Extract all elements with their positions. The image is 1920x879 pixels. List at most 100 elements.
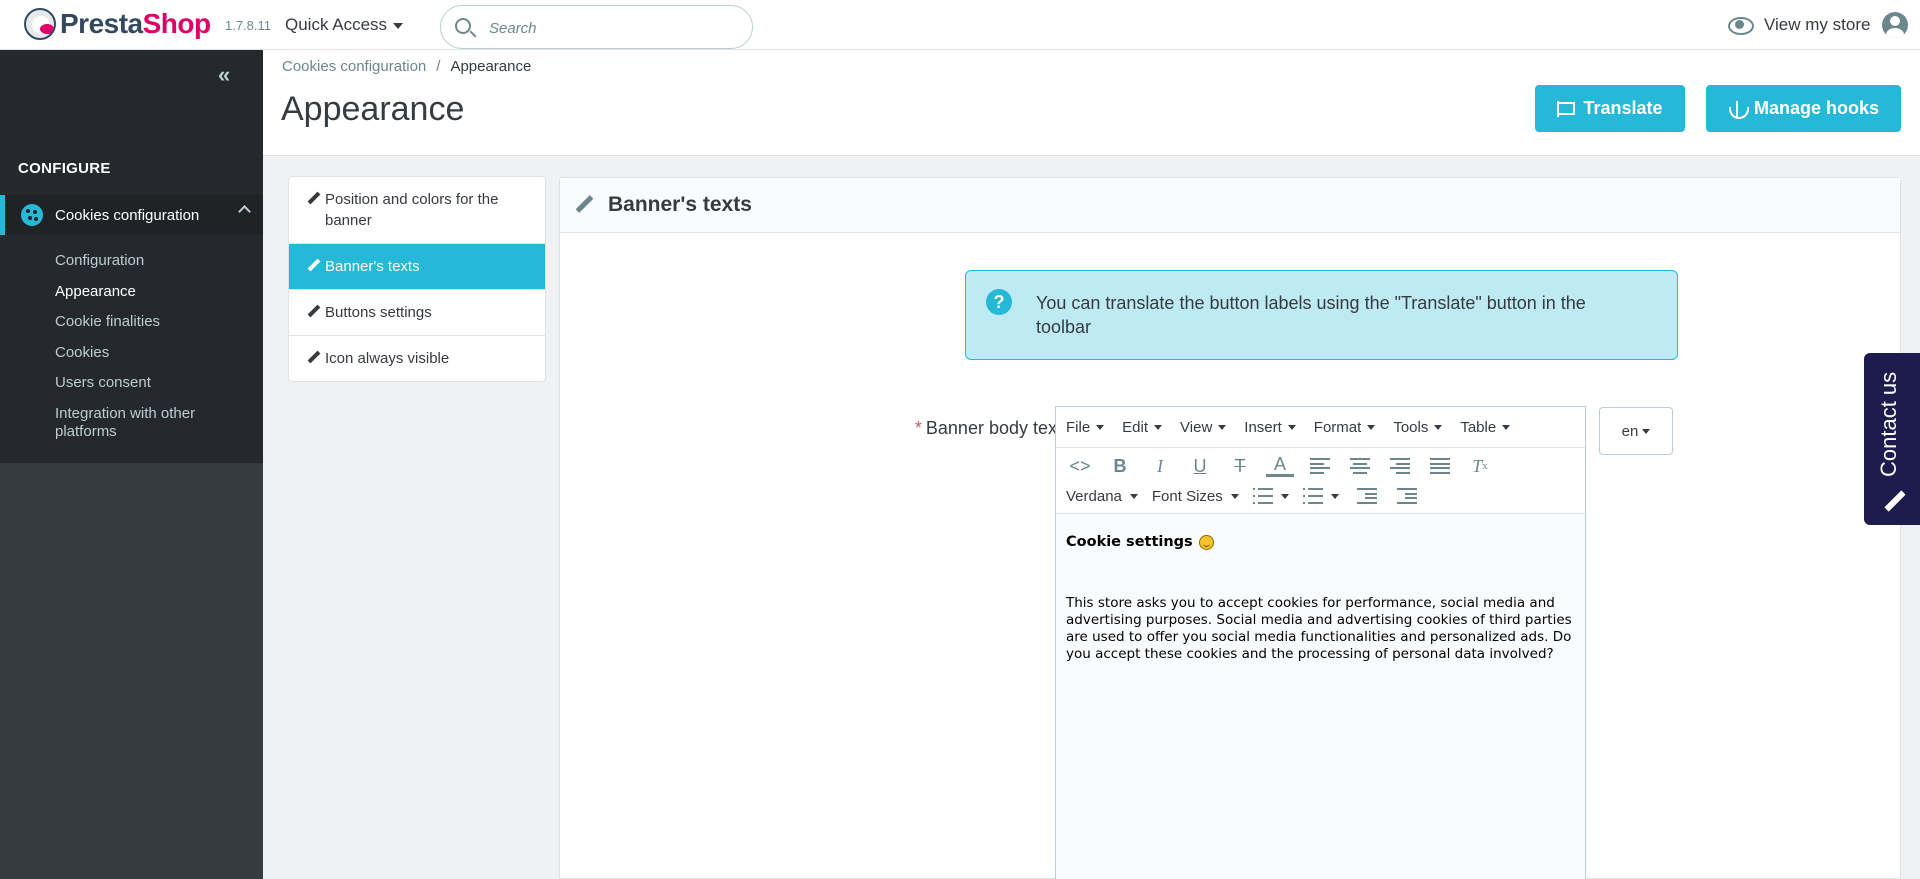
menu-format[interactable]: Format <box>1314 419 1376 436</box>
outdent-icon[interactable] <box>1353 484 1381 508</box>
toolbar-row-formatting: <> B I U T A Tx <box>1066 454 1506 478</box>
submenu-item-configuration[interactable]: Configuration <box>55 252 255 270</box>
contact-us-tab[interactable]: Contact us <box>1864 353 1920 525</box>
breadcrumb-current: Appearance <box>450 58 532 75</box>
tab-buttons-settings[interactable]: Buttons settings <box>289 290 545 336</box>
quick-access-dropdown[interactable]: Quick Access <box>285 15 404 35</box>
text-color-icon[interactable]: A <box>1266 454 1294 477</box>
submenu-item-cookie-finalities[interactable]: Cookie finalities <box>55 313 255 331</box>
pencil-icon <box>307 259 321 273</box>
strikethrough-icon[interactable]: T <box>1226 454 1254 478</box>
caret-down-icon <box>1502 424 1511 430</box>
font-family-select[interactable]: Verdana <box>1066 488 1138 505</box>
align-right-icon[interactable] <box>1386 454 1414 478</box>
menu-insert[interactable]: Insert <box>1244 419 1296 436</box>
chevron-up-icon <box>238 205 251 218</box>
banner-texts-panel: Banner's texts ? You can translate the b… <box>559 177 1901 879</box>
font-size-select[interactable]: Font Sizes <box>1152 488 1239 505</box>
pencil-icon <box>307 305 321 319</box>
sidebar-submenu: Configuration Appearance Cookie finaliti… <box>55 252 255 453</box>
prestashop-logo-icon <box>24 8 56 40</box>
editor-toolbar: <> B I U T A Tx Verdana Font Sizes <box>1056 448 1585 514</box>
submenu-item-integration[interactable]: Integration with other platforms <box>55 405 255 441</box>
submenu-item-cookies[interactable]: Cookies <box>55 344 255 362</box>
caret-down-icon <box>1218 424 1227 430</box>
collapse-sidebar-icon[interactable]: « <box>218 62 230 88</box>
translate-button[interactable]: Translate <box>1535 85 1685 132</box>
tab-banner-texts[interactable]: Banner's texts <box>289 244 545 290</box>
align-justify-icon[interactable] <box>1426 454 1454 478</box>
alert-text: You can translate the button labels usin… <box>1036 293 1586 337</box>
panel-header: Banner's texts <box>560 178 1900 233</box>
language-dropdown[interactable]: en <box>1599 407 1673 455</box>
bold-icon[interactable]: B <box>1106 454 1134 478</box>
panel-title: Banner's texts <box>608 193 752 216</box>
flag-icon <box>1557 100 1576 117</box>
breadcrumb: Cookies configuration / Appearance <box>282 58 532 75</box>
pencil-icon <box>1884 491 1906 513</box>
clear-formatting-icon[interactable]: Tx <box>1466 454 1494 478</box>
source-code-icon[interactable]: <> <box>1066 454 1094 478</box>
sidebar-item-label: Cookies configuration <box>55 206 200 224</box>
sidebar-item-cookies-configuration[interactable]: Cookies configuration <box>0 195 263 235</box>
page-title: Appearance <box>281 90 465 128</box>
version-label: 1.7.8.11 <box>225 18 272 33</box>
menu-file[interactable]: File <box>1066 419 1105 436</box>
caret-down-icon <box>1287 424 1296 430</box>
sidebar-menu: « CONFIGURE Cookies configuration Config… <box>0 50 263 463</box>
content-body: This store asks you to accept cookies fo… <box>1066 595 1572 662</box>
manage-hooks-button[interactable]: Manage hooks <box>1706 85 1901 132</box>
rich-text-editor: File Edit View Insert Format Tools Table… <box>1055 406 1586 879</box>
indent-icon[interactable] <box>1393 484 1421 508</box>
search-box[interactable] <box>440 5 753 49</box>
italic-icon[interactable]: I <box>1146 454 1174 478</box>
anchor-icon <box>1728 99 1749 119</box>
menu-view[interactable]: View <box>1180 419 1227 436</box>
tab-position-colors[interactable]: Position and colors for the banner <box>289 177 545 244</box>
search-icon <box>455 18 471 34</box>
prestashop-logo[interactable]: PrestaShop <box>24 8 211 40</box>
question-circle-icon: ? <box>986 289 1012 315</box>
pencil-icon <box>574 195 594 215</box>
caret-down-icon <box>1230 493 1239 499</box>
toolbar-row-fonts: Verdana Font Sizes <box>1066 484 1433 508</box>
top-header: PrestaShop 1.7.8.11 Quick Access View my… <box>0 0 1920 50</box>
caret-down-icon <box>1434 424 1443 430</box>
search-input[interactable] <box>489 16 729 40</box>
cookie-icon <box>21 204 43 226</box>
logo-text: PrestaShop <box>60 8 211 39</box>
pencil-icon <box>307 192 321 206</box>
menu-table[interactable]: Table <box>1460 419 1511 436</box>
editor-menubar: File Edit View Insert Format Tools Table <box>1056 407 1585 448</box>
numbered-list-caret-icon[interactable] <box>1330 493 1339 499</box>
underline-icon[interactable]: U <box>1186 454 1214 478</box>
caret-down-icon <box>393 22 404 29</box>
sidebar: « CONFIGURE Cookies configuration Config… <box>0 50 263 879</box>
smiley-icon <box>1198 535 1214 550</box>
caret-down-icon <box>1129 493 1138 499</box>
tab-icon-always-visible[interactable]: Icon always visible <box>289 336 545 381</box>
breadcrumb-parent[interactable]: Cookies configuration <box>282 58 426 75</box>
pencil-icon <box>307 351 321 365</box>
bullet-list-icon[interactable] <box>1252 488 1273 504</box>
submenu-item-appearance[interactable]: Appearance <box>55 283 255 301</box>
eye-icon <box>1728 17 1754 35</box>
submenu-item-users-consent[interactable]: Users consent <box>55 374 255 392</box>
editor-content[interactable]: Cookie settings This store asks you to a… <box>1056 514 1585 683</box>
user-account-icon[interactable] <box>1882 12 1909 38</box>
required-mark: * <box>914 418 922 438</box>
bullet-list-caret-icon[interactable] <box>1280 493 1289 499</box>
content-heading: Cookie settings <box>1066 534 1575 551</box>
info-alert: ? You can translate the button labels us… <box>965 270 1678 360</box>
menu-tools[interactable]: Tools <box>1393 419 1443 436</box>
view-store-link[interactable]: View my store <box>1728 12 1909 38</box>
menu-edit[interactable]: Edit <box>1122 419 1163 436</box>
caret-down-icon <box>1096 424 1105 430</box>
sidebar-section-title: CONFIGURE <box>18 160 111 177</box>
settings-tabs: Position and colors for the banner Banne… <box>288 176 546 382</box>
numbered-list-icon[interactable] <box>1302 488 1323 504</box>
align-left-icon[interactable] <box>1306 454 1334 478</box>
contact-us-label: Contact us <box>1876 371 1901 477</box>
caret-down-icon <box>1367 424 1376 430</box>
align-center-icon[interactable] <box>1346 454 1374 478</box>
